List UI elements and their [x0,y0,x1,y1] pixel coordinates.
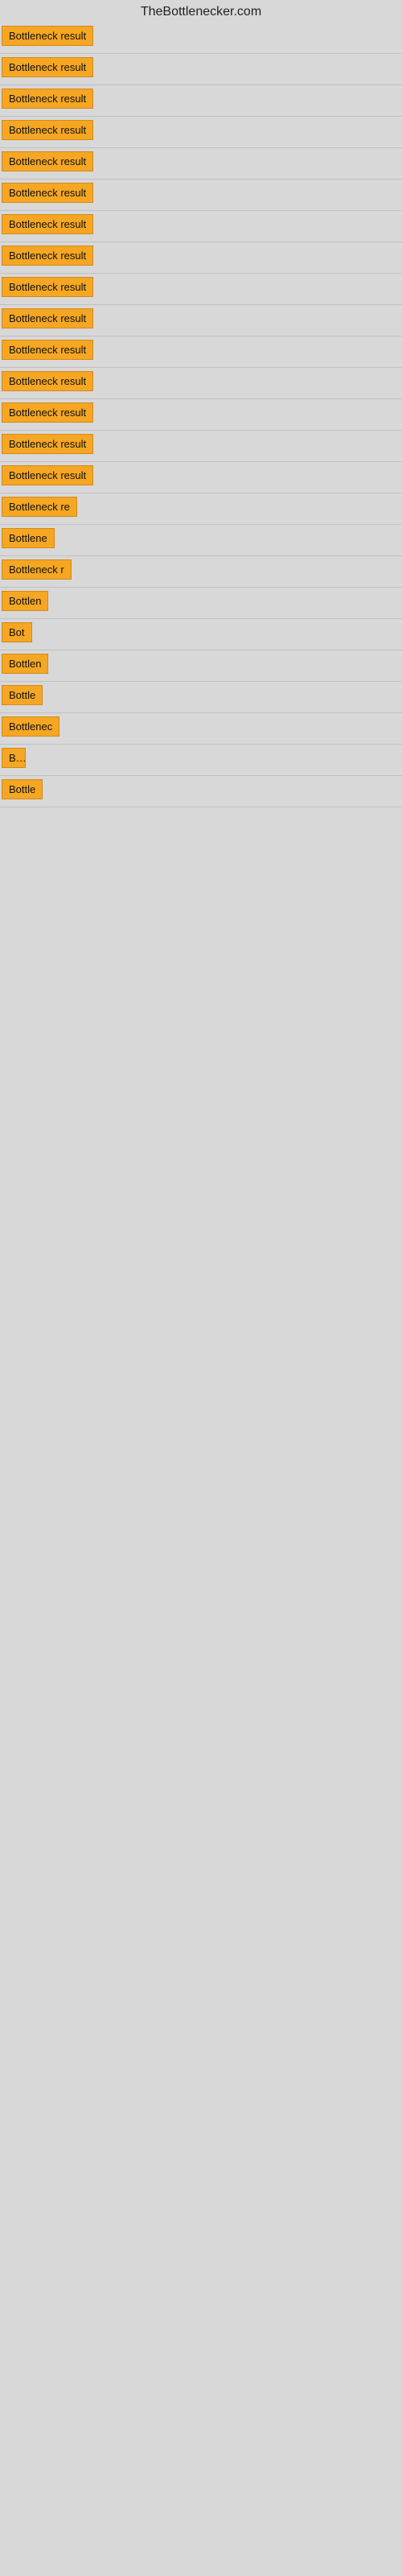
badge-row-20: Bot [0,619,402,650]
bottleneck-badge-9[interactable]: Bottleneck result [2,277,93,297]
bottleneck-badge-2[interactable]: Bottleneck result [2,57,93,77]
bottleneck-badge-25[interactable]: Bottle [2,779,43,799]
badge-row-22: Bottle [0,682,402,713]
badge-row-17: Bottlene [0,525,402,556]
badge-row-3: Bottleneck result [0,85,402,117]
bottleneck-badge-14[interactable]: Bottleneck result [2,434,93,454]
bottleneck-badge-12[interactable]: Bottleneck result [2,371,93,391]
badge-row-2: Bottleneck result [0,54,402,85]
bottleneck-badge-18[interactable]: Bottleneck r [2,559,72,580]
bottleneck-badge-5[interactable]: Bottleneck result [2,151,93,171]
badge-row-5: Bottleneck result [0,148,402,180]
badge-row-7: Bottleneck result [0,211,402,242]
site-title: TheBottlenecker.com [0,0,402,23]
bottleneck-badge-21[interactable]: Bottlen [2,654,48,674]
badge-row-14: Bottleneck result [0,431,402,462]
bottleneck-badge-13[interactable]: Bottleneck result [2,402,93,423]
badge-row-9: Bottleneck result [0,274,402,305]
bottleneck-badge-8[interactable]: Bottleneck result [2,246,93,266]
badge-row-11: Bottleneck result [0,336,402,368]
bottleneck-badge-17[interactable]: Bottlene [2,528,55,548]
bottleneck-badge-6[interactable]: Bottleneck result [2,183,93,203]
bottleneck-badge-20[interactable]: Bot [2,622,32,642]
badge-row-6: Bottleneck result [0,180,402,211]
badge-row-23: Bottlenec [0,713,402,745]
bottleneck-badge-11[interactable]: Bottleneck result [2,340,93,360]
bottleneck-badge-3[interactable]: Bottleneck result [2,89,93,109]
badge-row-24: Bo [0,745,402,776]
badge-row-8: Bottleneck result [0,242,402,274]
badge-row-25: Bottle [0,776,402,807]
badge-row-13: Bottleneck result [0,399,402,431]
badge-row-1: Bottleneck result [0,23,402,54]
bottleneck-badge-10[interactable]: Bottleneck result [2,308,93,328]
badge-row-16: Bottleneck re [0,493,402,525]
badge-row-18: Bottleneck r [0,556,402,588]
bottleneck-badge-19[interactable]: Bottlen [2,591,48,611]
badge-row-19: Bottlen [0,588,402,619]
badge-row-4: Bottleneck result [0,117,402,148]
badge-row-10: Bottleneck result [0,305,402,336]
badge-row-12: Bottleneck result [0,368,402,399]
bottleneck-badge-4[interactable]: Bottleneck result [2,120,93,140]
badge-row-15: Bottleneck result [0,462,402,493]
bottleneck-badge-15[interactable]: Bottleneck result [2,465,93,485]
bottleneck-badge-7[interactable]: Bottleneck result [2,214,93,234]
badge-row-21: Bottlen [0,650,402,682]
bottleneck-badge-22[interactable]: Bottle [2,685,43,705]
bottleneck-badge-24[interactable]: Bo [2,748,26,768]
badges-container: Bottleneck result Bottleneck result Bottle… [0,23,402,807]
bottleneck-badge-1[interactable]: Bottleneck result [2,26,93,46]
bottleneck-badge-23[interactable]: Bottlenec [2,716,59,737]
bottleneck-badge-16[interactable]: Bottleneck re [2,497,77,517]
